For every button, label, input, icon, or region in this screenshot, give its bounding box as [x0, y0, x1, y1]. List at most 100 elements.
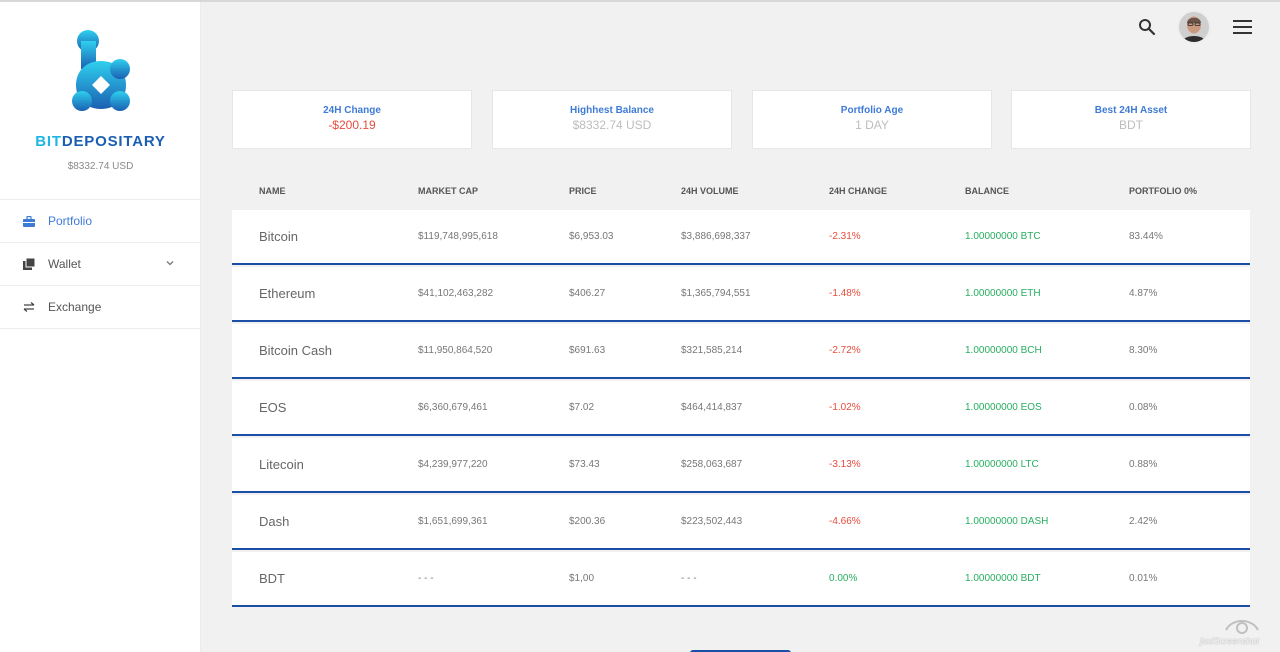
asset-name: Dash	[259, 514, 290, 529]
balance: 1.00000000 BDT	[965, 573, 1041, 584]
brand-name-part1: BIT	[35, 133, 62, 150]
chevron-down-icon[interactable]	[165, 258, 175, 268]
watermark-text: joxiScreenshot	[1200, 636, 1260, 646]
change: -3.13%	[829, 459, 861, 470]
stat-value: $8332.74 USD	[572, 118, 652, 132]
change: -1.02%	[829, 402, 861, 413]
stat-card-highest-balance: Highhest Balance $8332.74 USD	[492, 90, 732, 149]
asset-name: BDT	[259, 571, 285, 586]
table-row[interactable]: Ethereum $41,102,463,282 $406.27 $1,365,…	[232, 267, 1250, 322]
table-row[interactable]: Litecoin $4,239,977,220 $73.43 $258,063,…	[232, 438, 1250, 493]
volume: $464,414,837	[681, 402, 743, 413]
asset-name: Litecoin	[259, 457, 304, 472]
balance: 1.00000000 DASH	[965, 516, 1049, 527]
stat-card-portfolio-age: Portfolio Age 1 DAY	[752, 90, 992, 149]
sidebar-nav: Portfolio Wallet Exchange	[0, 199, 201, 329]
watermark-eye-icon	[1225, 620, 1259, 634]
volume: $223,502,443	[681, 516, 743, 527]
change: -2.72%	[829, 345, 861, 356]
volume: - - -	[681, 573, 697, 584]
stat-label: Highhest Balance	[570, 105, 654, 116]
sidebar-item-portfolio[interactable]: Portfolio	[0, 200, 201, 243]
table-row[interactable]: Dash $1,651,699,361 $200.36 $223,502,443…	[232, 495, 1250, 550]
brand-name: BITDEPOSITARY	[0, 133, 201, 150]
watermark: joxiScreenshot	[1200, 616, 1278, 650]
balance: 1.00000000 BTC	[965, 231, 1041, 242]
wallet-icon	[23, 258, 35, 270]
balance: 1.00000000 EOS	[965, 402, 1042, 413]
table-row[interactable]: Bitcoin $119,748,995,618 $6,953.03 $3,88…	[232, 210, 1250, 265]
sidebar-item-label: Wallet	[48, 257, 81, 271]
price: $6,953.03	[569, 231, 614, 242]
change: -1.48%	[829, 288, 861, 299]
change: -2.31%	[829, 231, 861, 242]
table-row[interactable]: BDT - - - $1,00 - - - 0.00% 1.00000000 B…	[232, 552, 1250, 607]
price: $691.63	[569, 345, 606, 356]
market-cap: $11,950,864,520	[418, 345, 493, 356]
brand-name-part2: DEPOSITARY	[61, 133, 166, 150]
portfolio-share: 0.88%	[1129, 459, 1158, 470]
stat-label: 24H Change	[323, 105, 381, 116]
table-row[interactable]: EOS $6,360,679,461 $7.02 $464,414,837 -1…	[232, 381, 1250, 436]
column-header-balance[interactable]: BALANCE	[965, 186, 1009, 196]
column-header-market-cap[interactable]: MARKET CAP	[418, 186, 478, 196]
volume: $1,365,794,551	[681, 288, 751, 299]
stat-value: 1 DAY	[855, 118, 889, 132]
stat-label: Portfolio Age	[840, 105, 904, 116]
market-cap: $4,239,977,220	[418, 459, 488, 470]
user-avatar[interactable]	[1177, 10, 1211, 44]
volume: $3,886,698,337	[681, 231, 751, 242]
hamburger-menu-icon[interactable]	[1233, 20, 1252, 34]
change: 0.00%	[829, 573, 858, 584]
portfolio-share: 83.44%	[1129, 231, 1163, 242]
market-cap: $1,651,699,361	[418, 516, 488, 527]
sidebar: BITDEPOSITARY $8332.74 USD Portfolio Wal…	[0, 2, 201, 652]
table-row[interactable]: Bitcoin Cash $11,950,864,520 $691.63 $32…	[232, 324, 1250, 379]
price: $7.02	[569, 402, 595, 413]
table-header: NAME MARKET CAP PRICE 24H VOLUME 24H CHA…	[232, 186, 1250, 200]
asset-name: Bitcoin	[259, 229, 299, 244]
stat-value: BDT	[1119, 118, 1143, 132]
stat-value: -$200.19	[328, 118, 376, 132]
market-cap: $6,360,679,461	[418, 402, 488, 413]
column-header-price[interactable]: PRICE	[569, 186, 597, 196]
balance: 1.00000000 BCH	[965, 345, 1042, 356]
portfolio-share: 4.87%	[1129, 288, 1158, 299]
stat-label: Best 24H Asset	[1094, 105, 1168, 116]
change: -4.66%	[829, 516, 861, 527]
portfolio-share: 8.30%	[1129, 345, 1158, 356]
sidebar-item-wallet[interactable]: Wallet	[0, 243, 201, 286]
portfolio-share: 0.01%	[1129, 573, 1158, 584]
price: $200.36	[569, 516, 606, 527]
stat-card-best-asset: Best 24H Asset BDT	[1011, 90, 1251, 149]
account-balance: $8332.74 USD	[67, 161, 134, 172]
volume: $321,585,214	[681, 345, 743, 356]
briefcase-icon	[23, 215, 35, 227]
balance: 1.00000000 ETH	[965, 288, 1041, 299]
stat-card-24h-change: 24H Change -$200.19	[232, 90, 472, 149]
sidebar-item-label: Exchange	[48, 300, 102, 314]
sidebar-item-exchange[interactable]: Exchange	[0, 286, 201, 329]
exchange-arrows-icon	[23, 301, 35, 313]
asset-name: Bitcoin Cash	[259, 343, 332, 358]
balance: 1.00000000 LTC	[965, 459, 1039, 470]
column-header-portfolio[interactable]: PORTFOLIO 0%	[1129, 186, 1197, 196]
portfolio-share: 2.42%	[1129, 516, 1158, 527]
avatar-image	[1179, 12, 1209, 42]
column-header-change[interactable]: 24H CHANGE	[829, 186, 887, 196]
market-cap: - - -	[418, 573, 434, 584]
market-cap: $41,102,463,282	[418, 288, 494, 299]
asset-name: Ethereum	[259, 286, 316, 301]
sidebar-item-label: Portfolio	[48, 214, 93, 228]
asset-name: EOS	[259, 400, 287, 415]
portfolio-share: 0.08%	[1129, 402, 1158, 413]
column-header-volume[interactable]: 24H VOLUME	[681, 186, 739, 196]
bitdepositary-logo-icon[interactable]	[68, 29, 134, 111]
search-icon[interactable]	[1138, 18, 1156, 36]
market-cap: $119,748,995,618	[418, 231, 498, 242]
price: $1,00	[569, 573, 595, 584]
column-header-name[interactable]: NAME	[259, 186, 286, 196]
volume: $258,063,687	[681, 459, 743, 470]
price: $406.27	[569, 288, 606, 299]
price: $73.43	[569, 459, 600, 470]
